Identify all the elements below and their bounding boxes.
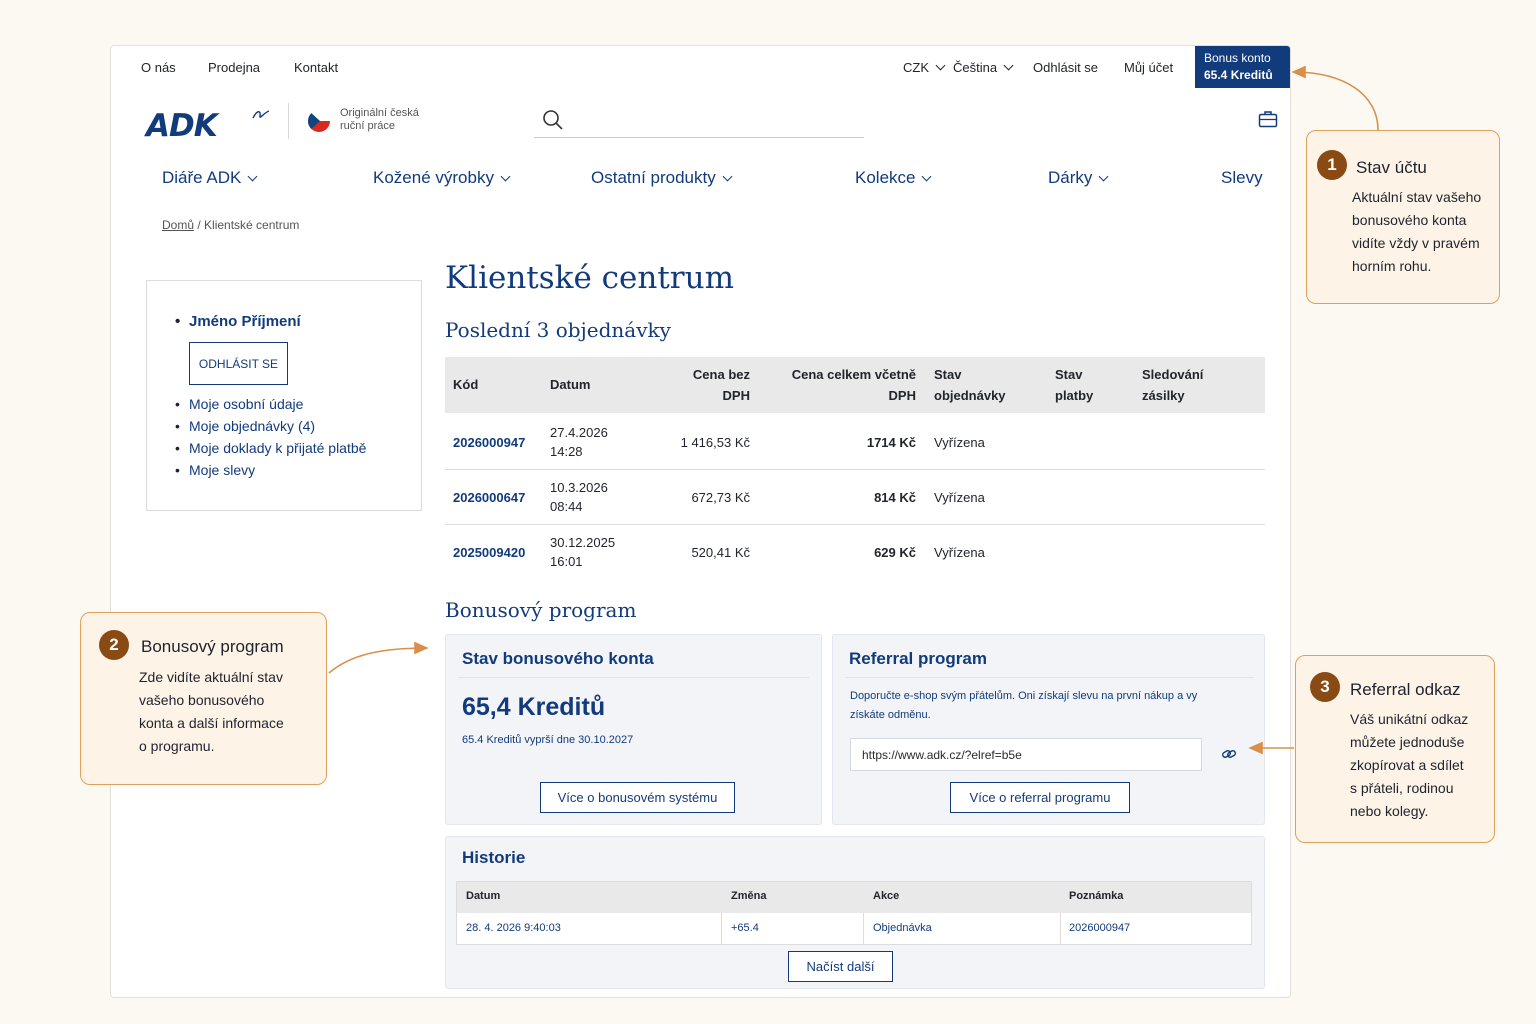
callout-text-line: s přáteli, rodinou — [1350, 780, 1454, 796]
callout-text: Aktuální stav vašeho bonusového konta vi… — [1352, 186, 1481, 278]
arrow-to-bonus-program — [328, 641, 429, 674]
callout-text-line: Váš unikátní odkaz — [1350, 711, 1469, 727]
callout-bonus-program: 2 Bonusový program Zde vidíte aktuální s… — [80, 612, 327, 785]
callout-text-line: zkopírovat a sdílet — [1350, 757, 1464, 773]
callout-text-line: konta a další informace — [139, 715, 284, 731]
callout-text-line: bonusového konta — [1352, 212, 1467, 228]
callout-text-line: vidíte vždy v pravém — [1352, 235, 1480, 251]
callout-text-line: nebo kolegy. — [1350, 803, 1429, 819]
callout-text: Zde vidíte aktuální stav vašeho bonusové… — [139, 666, 284, 758]
callout-text-line: o programu. — [139, 738, 215, 754]
callout-text-line: Zde vidíte aktuální stav — [139, 669, 283, 685]
callout-text-line: vašeho bonusového — [139, 692, 265, 708]
arrow-to-bonus-badge — [1291, 65, 1379, 131]
callout-text-line: můžete jednoduše — [1350, 734, 1465, 750]
callout-text-line: horním rohu. — [1352, 258, 1432, 274]
callout-title: Stav účtu — [1356, 158, 1427, 177]
callout-text: Váš unikátní odkaz můžete jednoduše zkop… — [1350, 708, 1468, 823]
callout-number: 2 — [99, 630, 129, 660]
callout-account-status: 1 Stav účtu Aktuální stav vašeho bonusov… — [1306, 130, 1500, 304]
callout-title: Bonusový program — [141, 637, 284, 656]
callout-number: 3 — [1310, 672, 1340, 702]
callout-title: Referral odkaz — [1350, 680, 1461, 699]
callout-number: 1 — [1317, 150, 1347, 180]
callout-referral-link: 3 Referral odkaz Váš unikátní odkaz může… — [1295, 655, 1495, 843]
callout-text-line: Aktuální stav vašeho — [1352, 189, 1482, 205]
